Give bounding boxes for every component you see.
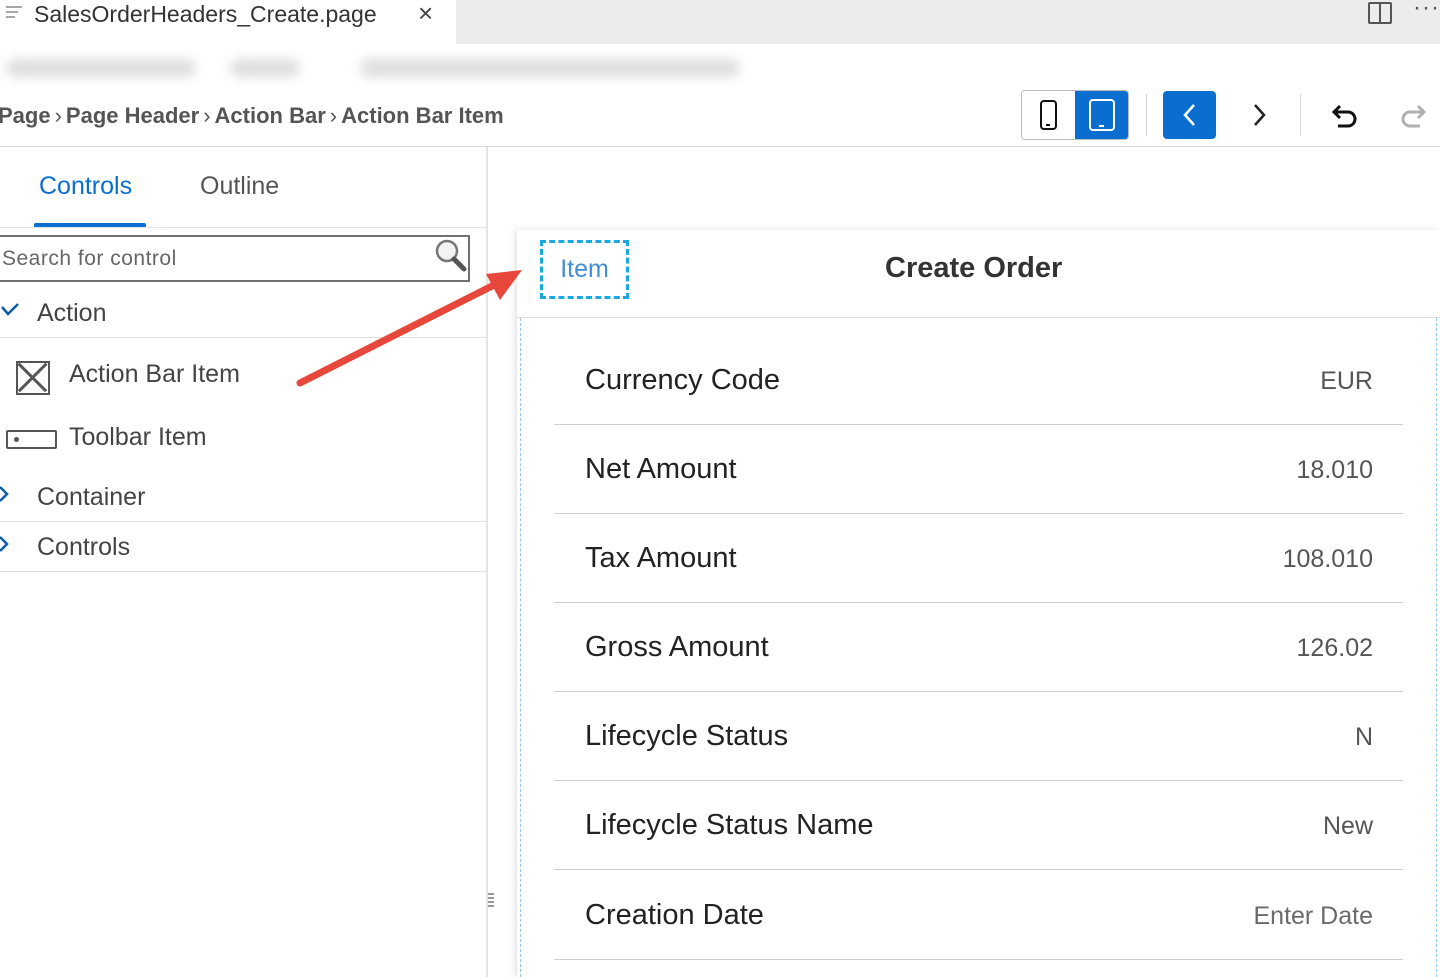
control-item-toolbar-item[interactable]: Toolbar Item	[0, 419, 486, 459]
device-toggle	[1021, 90, 1129, 140]
action-bar-item-icon	[16, 361, 50, 395]
field-value: 108.010	[1282, 545, 1373, 573]
toolbar-divider	[1300, 94, 1301, 136]
redo-button[interactable]	[1388, 91, 1438, 139]
date-placeholder: Enter Date	[1253, 902, 1373, 930]
field-value: 126.02	[1296, 634, 1373, 662]
toolbar-divider	[1146, 94, 1147, 136]
field-value: N	[1354, 723, 1373, 751]
field-label: Creation Date	[585, 899, 764, 931]
page-header: Item Create Order	[517, 230, 1440, 318]
tablet-icon	[1088, 99, 1115, 131]
field-currency-code[interactable]: Currency Code EUR	[554, 336, 1403, 425]
blurred-content	[6, 58, 196, 78]
breadcrumb-action-bar-item[interactable]: Action Bar Item	[341, 103, 504, 129]
tree-group-container[interactable]: Container	[0, 478, 486, 520]
chevron-right-icon	[0, 536, 9, 552]
selection-outline	[520, 318, 521, 977]
field-lifecycle-status-name[interactable]: Lifecycle Status Name New	[554, 781, 1403, 870]
field-gross-amount[interactable]: Gross Amount 126.02	[554, 603, 1403, 692]
tablet-view-button[interactable]	[1075, 91, 1128, 139]
field-value: 18.010	[1296, 456, 1373, 484]
blurred-content	[360, 58, 740, 78]
tab-controls[interactable]: Controls	[39, 172, 132, 201]
editor-tab[interactable]: SalesOrderHeaders_Create.page ×	[0, 0, 456, 44]
field-label: Tax Amount	[585, 542, 737, 574]
tree-group-controls[interactable]: Controls	[0, 528, 486, 570]
breadcrumb-page[interactable]: Page	[0, 103, 51, 129]
toolbar-item-icon	[6, 430, 57, 449]
tree-divider	[0, 521, 486, 522]
breadcrumb-page-header[interactable]: Page Header	[66, 103, 199, 129]
field-tax-amount[interactable]: Tax Amount 108.010	[554, 514, 1403, 603]
chevron-right-icon	[1253, 104, 1266, 126]
forward-button[interactable]	[1232, 91, 1285, 139]
field-label: Currency Code	[585, 364, 781, 396]
editor-tab-strip: SalesOrderHeaders_Create.page × ···	[0, 0, 1440, 44]
field-label: Net Amount	[585, 453, 737, 485]
editor-tab-title: SalesOrderHeaders_Create.page	[34, 1, 377, 27]
tabs-divider	[0, 227, 486, 228]
blurred-content	[230, 58, 300, 78]
phone-icon	[1040, 100, 1057, 130]
field-creation-date[interactable]: Creation Date Enter Date	[554, 871, 1403, 960]
redo-icon	[1401, 104, 1427, 128]
action-bar-item-button[interactable]: Item	[540, 240, 629, 299]
phone-view-button[interactable]	[1022, 91, 1075, 139]
breadcrumb-separator: ›	[203, 103, 211, 128]
tree-group-label: Container	[37, 483, 146, 511]
page-title: Create Order	[885, 252, 1063, 284]
breadcrumb: Page › Page Header › Action Bar › Action…	[0, 100, 504, 132]
tree-group-label: Action	[37, 299, 107, 327]
undo-icon	[1331, 104, 1357, 128]
field-label: Lifecycle Status	[585, 720, 789, 752]
breadcrumb-separator: ›	[329, 103, 338, 128]
selection-outline	[1436, 318, 1437, 977]
chevron-left-icon	[1182, 104, 1195, 126]
chevron-right-icon	[0, 486, 9, 502]
field-lifecycle-status[interactable]: Lifecycle Status N	[554, 692, 1403, 781]
split-editor-icon[interactable]	[1368, 2, 1392, 24]
annotation-arrow-icon	[296, 270, 522, 387]
more-actions-icon[interactable]: ···	[1413, 0, 1440, 22]
tree-divider	[0, 571, 486, 572]
field-label: Gross Amount	[585, 631, 769, 663]
field-net-amount[interactable]: Net Amount 18.010	[554, 425, 1403, 514]
splitter-grip-icon[interactable]	[488, 893, 494, 911]
tree-group-label: Controls	[37, 533, 131, 561]
field-label: Lifecycle Status Name	[585, 809, 874, 841]
field-value: New	[1322, 812, 1373, 840]
breadcrumb-separator: ›	[54, 103, 62, 128]
chevron-down-icon	[1, 303, 19, 316]
close-tab-icon[interactable]: ×	[418, 0, 433, 26]
breadcrumb-action-bar[interactable]: Action Bar	[215, 103, 326, 129]
undo-button[interactable]	[1320, 91, 1370, 139]
back-button[interactable]	[1163, 91, 1216, 139]
field-value: EUR	[1320, 367, 1373, 395]
tab-outline[interactable]: Outline	[200, 172, 279, 201]
control-item-label: Toolbar Item	[69, 423, 207, 451]
control-item-label: Action Bar Item	[69, 360, 240, 388]
file-icon	[6, 6, 22, 20]
